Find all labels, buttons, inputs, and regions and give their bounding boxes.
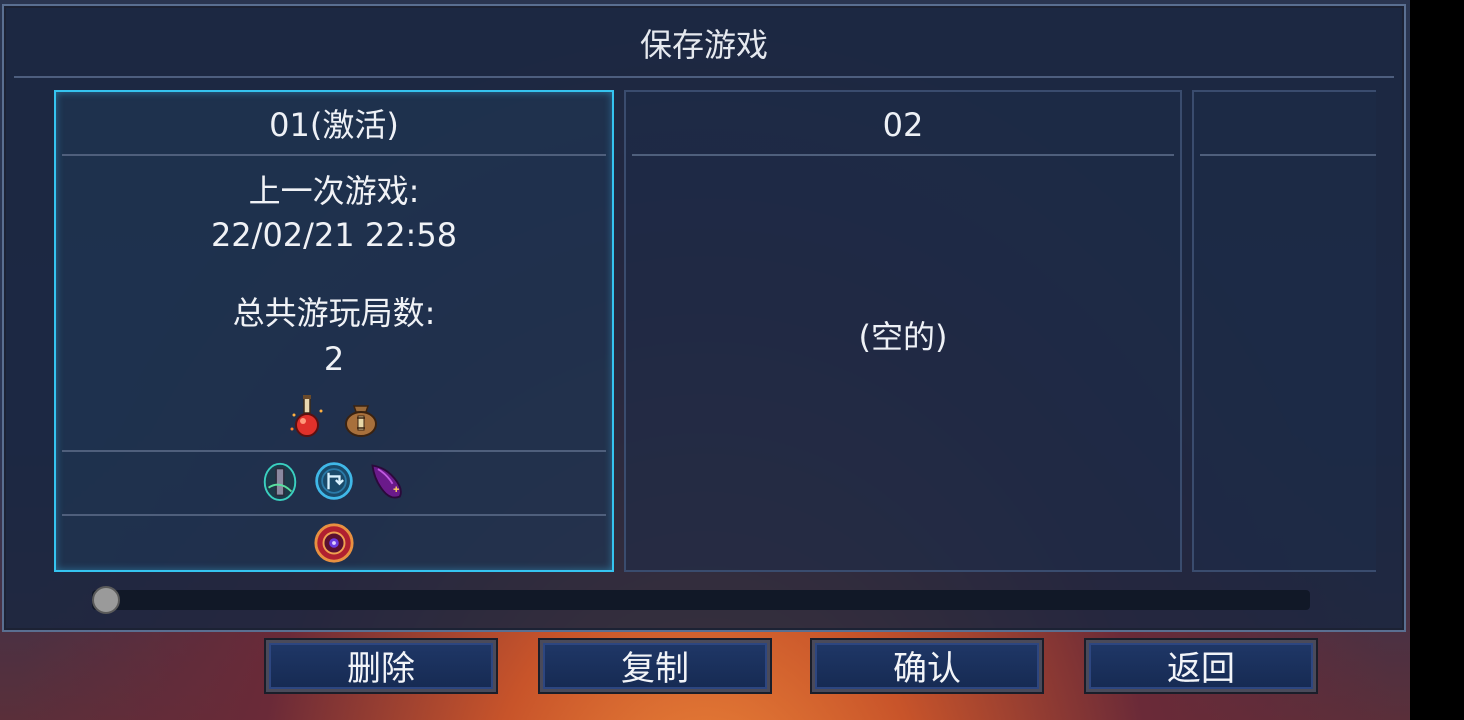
last-played-value: 22/02/21 22:58 [210,216,458,254]
spider-rune-icon [367,460,409,502]
slot-divider [62,514,606,516]
slot-divider [62,154,606,156]
slot-header: 02 [882,106,924,144]
slot-scrollbar-thumb[interactable] [92,586,120,614]
title-divider [14,76,1394,78]
health-flask-icon [286,395,328,438]
delete-button[interactable]: 删除 [266,640,496,692]
save-slot-02[interactable]: 02 (空的) [624,90,1182,572]
save-slot-03[interactable] [1192,90,1376,572]
dialog-title: 保存游戏 [639,26,768,64]
item-row-runes [56,460,612,502]
empty-slot-label: (空的) [858,318,948,356]
slot-header: 01(激活) [269,106,399,144]
gold-bag-icon [340,396,382,438]
slot-header [1194,92,1376,154]
item-row-equipment [56,395,612,438]
teleport-rune-icon [313,460,355,502]
letterbox-bar [1410,0,1464,720]
last-played-label: 上一次游戏: [248,172,420,210]
confirm-button[interactable]: 确认 [812,640,1042,692]
slot-divider [632,154,1174,156]
boss-cell-icon [313,522,355,564]
total-runs-value: 2 [323,340,345,378]
slot-divider [62,450,606,452]
slot-scrollbar-track[interactable] [92,590,1310,610]
back-button[interactable]: 返回 [1086,640,1316,692]
copy-button[interactable]: 复制 [540,640,770,692]
total-runs-label: 总共游玩局数: [232,294,436,332]
slot-divider [1200,154,1376,156]
save-slot-01[interactable]: 01(激活) 上一次游戏: 22/02/21 22:58 总共游玩局数: 2 [54,90,614,572]
item-row-boss-cells [56,522,612,564]
vine-rune-icon [259,460,301,502]
save-game-dialog: 保存游戏 01(激活) 上一次游戏: 22/02/21 22:58 总共游玩局数… [2,4,1406,632]
